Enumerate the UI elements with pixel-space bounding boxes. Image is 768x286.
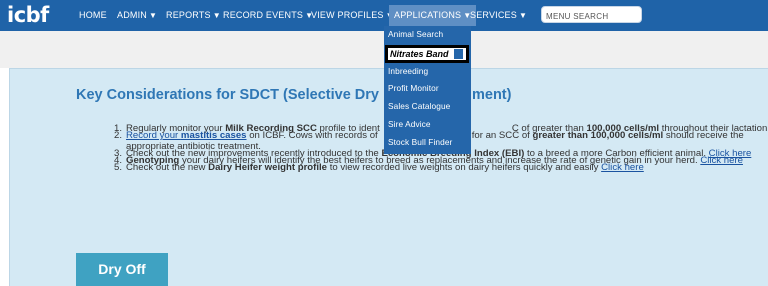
nav-record-events[interactable]: RECORD EVENTS ▼ xyxy=(223,10,313,21)
list-number: 2. xyxy=(114,130,123,141)
list-text: Check out the new Dairy Heifer weight pr… xyxy=(126,162,644,173)
bold-fragment: greater than 100,000 cells/ml xyxy=(532,130,664,141)
nav-applications-label: APPLICATIONS xyxy=(394,10,462,20)
text-fragment: Check out the new xyxy=(126,162,209,173)
text-fragment: on ICBF. Cows with records of xyxy=(246,130,378,141)
nav-record-events-label: RECORD EVENTS xyxy=(223,10,304,20)
panel-title-start: Key Considerations for SDCT (Selective D… xyxy=(76,87,379,103)
nav-applications[interactable]: APPLICATIONS ▼ xyxy=(389,5,477,26)
text-fragment: to view recorded live weights on dairy h… xyxy=(327,162,602,173)
menu-item-nitrates-band-label: Nitrates Band xyxy=(390,49,449,59)
menu-search-input[interactable] xyxy=(541,6,642,23)
nav-services[interactable]: SERVICES ▼ xyxy=(470,10,527,21)
list-number: 5. xyxy=(114,162,123,173)
nav-home[interactable]: HOME xyxy=(79,10,107,21)
text-fragment: for an SCC of xyxy=(471,130,533,141)
nav-admin-label: ADMIN xyxy=(117,10,147,20)
nav-reports-label: REPORTS xyxy=(166,10,211,20)
menu-item-inbreeding[interactable]: Inbreeding xyxy=(388,66,428,76)
nav-view-profiles[interactable]: VIEW PROFILES▼ xyxy=(311,10,394,21)
bold-fragment: Dairy Heifer weight profile xyxy=(208,162,328,173)
nav-home-label: HOME xyxy=(79,10,107,20)
dry-off-button[interactable]: Dry Off xyxy=(76,253,168,286)
text-fragment: should receive the xyxy=(663,130,744,141)
nav-services-label: SERVICES xyxy=(470,10,517,20)
chevron-down-icon: ▼ xyxy=(149,11,158,20)
link-bold-fragment: mastitis cases xyxy=(180,130,247,141)
menu-item-sales-catalogue[interactable]: Sales Catalogue xyxy=(388,101,450,111)
menu-item-stock-bull-finder[interactable]: Stock Bull Finder xyxy=(388,137,452,147)
nav-admin[interactable]: ADMIN ▼ xyxy=(117,10,157,21)
menu-item-sire-advice[interactable]: Sire Advice xyxy=(388,119,431,129)
icbf-logo[interactable]: icbf xyxy=(7,3,49,27)
nav-view-profiles-label: VIEW PROFILES xyxy=(311,10,384,20)
menu-item-animal-search[interactable]: Animal Search xyxy=(388,29,443,39)
nav-reports[interactable]: REPORTS ▼ xyxy=(166,10,221,21)
heifer-weight-click-here-link[interactable]: Click here xyxy=(601,162,644,173)
highlight-marker xyxy=(454,49,463,59)
genotyping-click-here-link[interactable]: Click here xyxy=(700,155,743,166)
link-fragment: Record your xyxy=(126,130,181,141)
menu-item-profit-monitor[interactable]: Profit Monitor xyxy=(388,83,439,93)
panel-title-end: ment) xyxy=(471,87,512,103)
record-mastitis-link[interactable]: Record your mastitis cases xyxy=(126,130,247,141)
chevron-down-icon: ▼ xyxy=(518,11,528,20)
chevron-down-icon: ▼ xyxy=(212,11,221,20)
menu-item-nitrates-band[interactable]: Nitrates Band xyxy=(385,45,469,63)
page: icbf HOME ADMIN ▼ REPORTS ▼ RECORD EVENTS ▼… xyxy=(0,0,768,286)
